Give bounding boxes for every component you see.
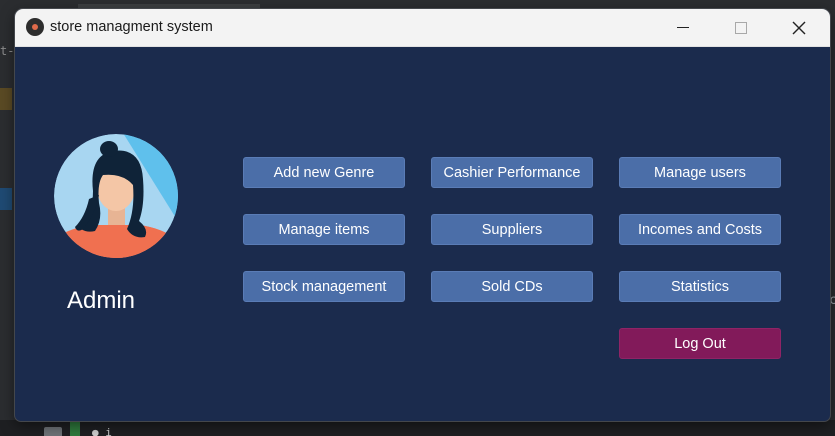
incomes-and-costs-button[interactable]: Incomes and Costs (619, 214, 781, 245)
background-bottom-bar (0, 420, 835, 436)
log-out-button[interactable]: Log Out (619, 328, 781, 359)
folder-icon (44, 427, 62, 436)
user-avatar-icon (54, 134, 178, 258)
background-sidebar (0, 0, 12, 436)
manage-items-button[interactable]: Manage items (243, 214, 405, 245)
suppliers-button[interactable]: Suppliers (431, 214, 593, 245)
manage-users-button[interactable]: Manage users (619, 157, 781, 188)
stock-management-button[interactable]: Stock management (243, 271, 405, 302)
user-name-label: Admin (67, 287, 136, 314)
add-new-genre-button[interactable]: Add new Genre (243, 157, 405, 188)
background-sidebar-selection (0, 188, 12, 210)
background-bottom-text: ● i (92, 426, 112, 436)
close-icon (792, 21, 806, 34)
app-window: store managment system Admin Add new Gen… (15, 9, 830, 421)
window-title: store managment system (50, 19, 213, 35)
background-gutter-marker (70, 420, 80, 436)
close-button[interactable] (770, 9, 828, 46)
statistics-button[interactable]: Statistics (619, 271, 781, 302)
title-bar[interactable]: store managment system (15, 9, 830, 47)
maximize-icon (735, 21, 747, 34)
sold-cds-button[interactable]: Sold CDs (431, 271, 593, 302)
background-code-fragment: t- (0, 44, 15, 58)
maximize-button[interactable] (712, 9, 770, 46)
app-icon (26, 18, 44, 36)
background-sidebar-highlight (0, 88, 12, 110)
cashier-performance-button[interactable]: Cashier Performance (431, 157, 593, 188)
minimize-icon (677, 27, 689, 28)
minimize-button[interactable] (654, 9, 712, 46)
